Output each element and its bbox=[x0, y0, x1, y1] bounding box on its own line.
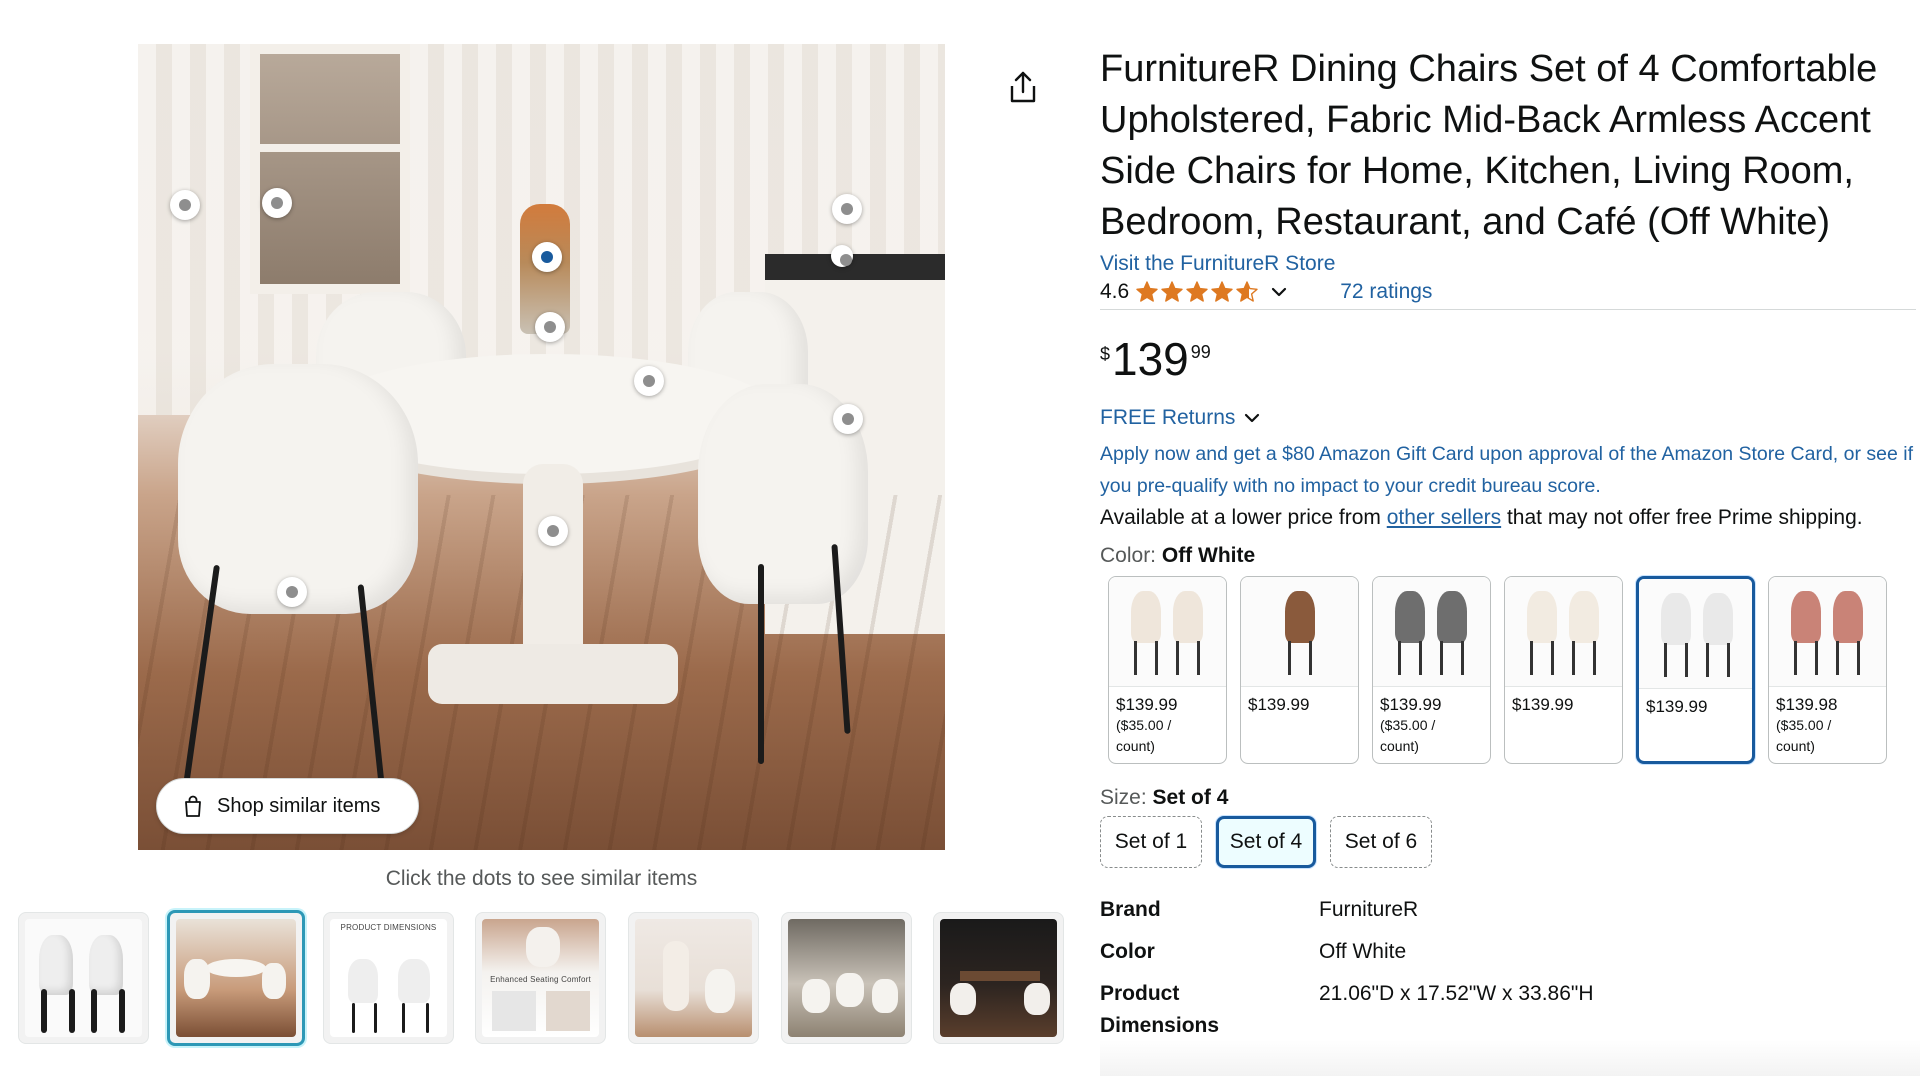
other-sellers-link[interactable]: other sellers bbox=[1387, 506, 1501, 529]
spec-value: FurnitureR bbox=[1319, 898, 1419, 921]
price-whole: 139 bbox=[1112, 333, 1189, 385]
price-fraction: 99 bbox=[1190, 342, 1211, 362]
rating-row: 4.6 72 ratings bbox=[1100, 276, 1916, 310]
swatch-price: $139.99 bbox=[1380, 695, 1442, 714]
hotspot-dot-icon[interactable] bbox=[831, 245, 853, 267]
shop-similar-label: Shop similar items bbox=[217, 794, 381, 817]
availability-note: Available at a lower price from other se… bbox=[1100, 502, 1900, 534]
size-selected-value: Set of 4 bbox=[1152, 786, 1229, 809]
size-option-set-of-4[interactable]: Set of 4 bbox=[1216, 816, 1316, 868]
color-swatches: $139.99 ($35.00 / count) $139.99 $139.99 ($3… bbox=[1100, 576, 1920, 766]
swatch-price: $139.99 bbox=[1512, 695, 1574, 714]
store-card-offer-link[interactable]: Apply now and get a $80 Amazon Gift Card… bbox=[1100, 438, 1920, 502]
color-swatch[interactable]: $139.99 bbox=[1636, 576, 1755, 764]
color-swatch[interactable]: $139.99 ($35.00 / count) bbox=[1108, 576, 1227, 764]
star-icon bbox=[1136, 280, 1158, 302]
star-icon bbox=[1186, 280, 1208, 302]
thumbnail-dining-room[interactable] bbox=[167, 910, 305, 1046]
product-title: FurnitureR Dining Chairs Set of 4 Comfor… bbox=[1100, 48, 1878, 243]
product-details: FurnitureR Dining Chairs Set of 4 Comfor… bbox=[1100, 44, 1920, 1052]
hotspot-dot-icon[interactable] bbox=[833, 404, 863, 434]
swatch-price: $139.99 bbox=[1248, 695, 1310, 714]
spec-value: 21.06"D x 17.52"W x 33.86"H bbox=[1319, 982, 1594, 1005]
color-swatch[interactable]: $139.98 ($35.00 / count) bbox=[1768, 576, 1887, 764]
size-options: Set of 1 Set of 4 Set of 6 bbox=[1100, 816, 1920, 868]
star-icon bbox=[1211, 280, 1233, 302]
color-label: Color: Off White bbox=[1100, 544, 1920, 568]
spec-key: Color bbox=[1100, 940, 1155, 963]
swatch-image bbox=[1639, 579, 1752, 689]
hotspot-dot-icon[interactable] bbox=[262, 188, 292, 218]
swatch-image bbox=[1241, 577, 1358, 687]
spec-row-brand: Brand FurnitureR bbox=[1100, 894, 1920, 926]
comfort-thumb-label: Enhanced Seating Comfort bbox=[490, 975, 591, 984]
swatch-price: $139.98 bbox=[1776, 695, 1838, 714]
thumbnail-dark-room[interactable] bbox=[933, 912, 1064, 1044]
hotspot-dot-icon[interactable] bbox=[634, 366, 664, 396]
swatch-unit-price: ($35.00 / count) bbox=[1380, 717, 1436, 754]
color-swatch[interactable]: $139.99 bbox=[1504, 576, 1623, 764]
swatch-image bbox=[1373, 577, 1490, 687]
price-symbol: $ bbox=[1100, 344, 1111, 364]
thumbnail-dimensions[interactable]: PRODUCT DIMENSIONS bbox=[323, 912, 454, 1044]
star-icon bbox=[1236, 280, 1258, 302]
shop-similar-items-button[interactable]: Shop similar items bbox=[156, 778, 419, 834]
spec-value: Off White bbox=[1319, 940, 1407, 963]
availability-suffix: that may not offer free Prime shipping. bbox=[1501, 506, 1863, 529]
hotspot-dot-icon[interactable] bbox=[532, 242, 562, 272]
star-icon bbox=[1161, 280, 1183, 302]
spec-key: Product Dimensions bbox=[1100, 982, 1220, 1037]
swatch-unit-price: ($35.00 / count) bbox=[1116, 717, 1172, 754]
price: $ 139 99 bbox=[1100, 336, 1920, 382]
color-selected-value: Off White bbox=[1161, 544, 1256, 567]
availability-prefix: Available at a lower price from bbox=[1100, 506, 1387, 529]
chevron-down-icon[interactable] bbox=[1270, 283, 1288, 301]
swatch-image bbox=[1505, 577, 1622, 687]
size-option-set-of-1[interactable]: Set of 1 bbox=[1100, 816, 1202, 868]
free-returns-label: FREE Returns bbox=[1100, 406, 1236, 429]
color-label-prefix: Color: bbox=[1100, 544, 1162, 567]
swatch-unit-price: ($35.00 / count) bbox=[1776, 717, 1832, 754]
table-pedestal bbox=[523, 464, 583, 664]
thumbnail-seating-comfort[interactable]: Enhanced Seating Comfort bbox=[475, 912, 606, 1044]
hotspot-dot-icon[interactable] bbox=[538, 516, 568, 546]
product-specs: Brand FurnitureR Color Off White Product… bbox=[1100, 894, 1920, 1042]
shopping-bag-icon bbox=[185, 795, 201, 817]
thumbnail-strip: PRODUCT DIMENSIONS Enhanced Seating Comf… bbox=[18, 910, 1068, 1048]
swatch-image bbox=[1769, 577, 1886, 687]
thumbnail-chairs-pair[interactable] bbox=[18, 912, 149, 1044]
swatch-price: $139.99 bbox=[1646, 697, 1708, 716]
free-returns-link[interactable]: FREE Returns bbox=[1100, 406, 1920, 430]
hotspot-dot-icon[interactable] bbox=[277, 577, 307, 607]
size-label: Size: Set of 4 bbox=[1100, 786, 1920, 810]
spec-row-color: Color Off White bbox=[1100, 936, 1920, 968]
color-swatch[interactable]: $139.99 bbox=[1240, 576, 1359, 764]
size-option-set-of-6[interactable]: Set of 6 bbox=[1330, 816, 1432, 868]
thumbnail-lifestyle-woman[interactable] bbox=[628, 912, 759, 1044]
chevron-down-icon bbox=[1245, 413, 1260, 423]
share-icon[interactable] bbox=[1008, 70, 1038, 106]
table-base bbox=[428, 644, 678, 704]
color-swatch[interactable]: $139.99 ($35.00 / count) bbox=[1372, 576, 1491, 764]
similar-items-hint: Click the dots to see similar items bbox=[385, 867, 698, 890]
bottom-fade bbox=[1100, 1040, 1920, 1076]
size-label-prefix: Size: bbox=[1100, 786, 1153, 809]
ratings-count-link[interactable]: 72 ratings bbox=[1340, 280, 1432, 304]
spec-row-dimensions: Product Dimensions 21.06"D x 17.52"W x 3… bbox=[1100, 978, 1920, 1042]
swatch-image bbox=[1109, 577, 1226, 687]
hotspot-dot-icon[interactable] bbox=[170, 190, 200, 220]
thumbnail-glass-table[interactable] bbox=[781, 912, 912, 1044]
window-backdrop bbox=[250, 44, 410, 294]
spec-key: Brand bbox=[1100, 898, 1161, 921]
swatch-price: $139.99 bbox=[1116, 695, 1178, 714]
chair-leg bbox=[758, 564, 764, 764]
visit-store-link[interactable]: Visit the FurnitureR Store bbox=[1100, 252, 1920, 276]
dimensions-thumb-label: PRODUCT DIMENSIONS bbox=[340, 923, 437, 932]
hotspot-dot-icon[interactable] bbox=[832, 194, 862, 224]
rating-number: 4.6 bbox=[1100, 279, 1130, 303]
hotspot-dot-icon[interactable] bbox=[535, 312, 565, 342]
main-product-image[interactable] bbox=[138, 44, 945, 850]
star-rating[interactable] bbox=[1135, 280, 1260, 304]
